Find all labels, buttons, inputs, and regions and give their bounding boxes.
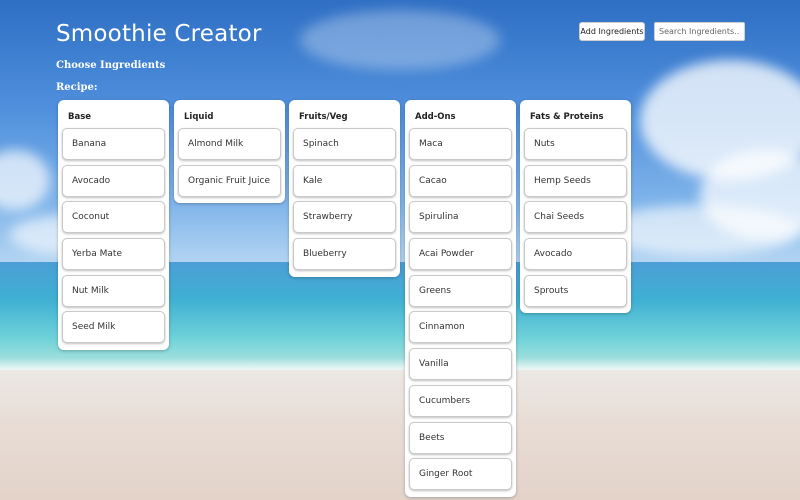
ingredient-item[interactable]: Ginger Root: [409, 458, 512, 491]
ingredient-item[interactable]: Spirulina: [409, 201, 512, 234]
ingredient-item[interactable]: Avocado: [62, 164, 165, 197]
category-panel-liquid: Liquid Almond Milk Organic Fruit Juice: [174, 100, 285, 204]
ingredient-item[interactable]: Cacao: [409, 164, 512, 197]
ingredient-item[interactable]: Sprouts: [524, 274, 627, 307]
ingredient-item[interactable]: Yerba Mate: [62, 238, 165, 271]
ingredient-item[interactable]: Spinach: [293, 128, 396, 160]
ingredient-item[interactable]: Strawberry: [293, 201, 396, 234]
category-title: Fats & Proteins: [530, 112, 604, 122]
ingredient-item[interactable]: Greens: [409, 274, 512, 307]
ingredient-item[interactable]: Hemp Seeds: [524, 164, 627, 197]
ingredient-item[interactable]: Blueberry: [293, 238, 396, 271]
ingredient-item[interactable]: Cinnamon: [409, 311, 512, 344]
ingredient-item[interactable]: Coconut: [62, 201, 165, 234]
ingredient-item[interactable]: Kale: [293, 164, 396, 197]
ingredient-item[interactable]: Cucumbers: [409, 384, 512, 417]
ingredient-item[interactable]: Nut Milk: [62, 274, 165, 307]
category-panel-fats-proteins: Fats & Proteins Nuts Hemp Seeds Chai See…: [520, 100, 631, 314]
ingredient-item[interactable]: Maca: [409, 128, 512, 160]
ingredient-item[interactable]: Beets: [409, 421, 512, 454]
choose-ingredients-label: Choose Ingredients: [56, 60, 166, 71]
ingredient-item[interactable]: Banana: [62, 128, 165, 160]
category-panel-base: Base Banana Avocado Coconut Yerba Mate N…: [58, 100, 169, 351]
category-panel-add-ons: Add-Ons Maca Cacao Spirulina Acai Powder…: [405, 100, 516, 497]
category-title: Add-Ons: [415, 112, 456, 122]
ingredient-item[interactable]: Vanilla: [409, 348, 512, 381]
ingredient-item[interactable]: Almond Milk: [178, 128, 281, 160]
ingredient-item[interactable]: Avocado: [524, 238, 627, 271]
ingredient-item[interactable]: Acai Powder: [409, 238, 512, 271]
ingredient-item[interactable]: Chai Seeds: [524, 201, 627, 234]
category-title: Liquid: [184, 112, 214, 122]
ingredient-item[interactable]: Seed Milk: [62, 311, 165, 344]
sand: [0, 370, 800, 500]
recipe-label: Recipe:: [56, 82, 98, 93]
add-ingredients-button[interactable]: Add Ingredients: [579, 22, 645, 41]
ingredient-item[interactable]: Nuts: [524, 128, 627, 160]
ingredient-item[interactable]: Organic Fruit Juice: [178, 164, 281, 197]
category-title: Base: [68, 112, 92, 122]
cloud: [300, 10, 500, 70]
app-title: Smoothie Creator: [56, 21, 262, 47]
category-title: Fruits/Veg: [299, 112, 348, 122]
search-input[interactable]: [654, 22, 745, 41]
category-panel-fruits-veg: Fruits/Veg Spinach Kale Strawberry Blueb…: [289, 100, 400, 277]
